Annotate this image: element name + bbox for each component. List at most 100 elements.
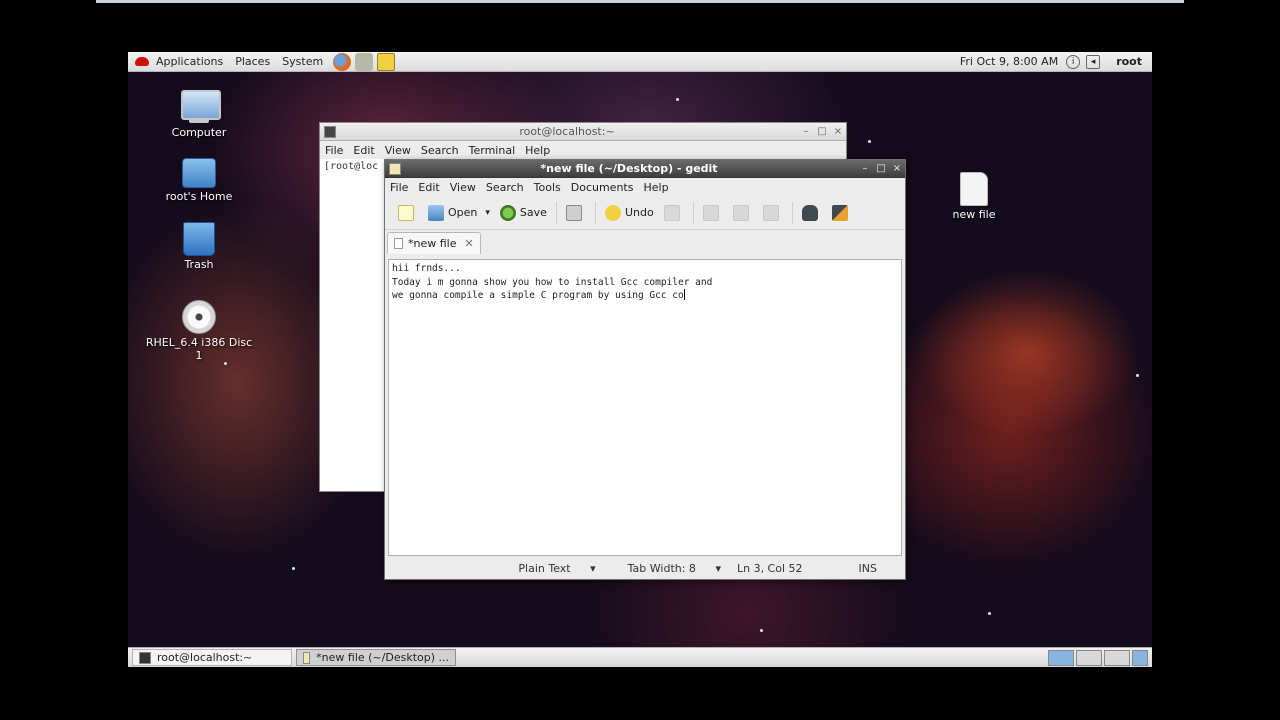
terminal-app-icon bbox=[324, 125, 336, 138]
config-icon[interactable] bbox=[355, 52, 374, 71]
desktop-icon-computer[interactable]: Computer bbox=[144, 90, 254, 139]
find-button[interactable] bbox=[797, 200, 827, 226]
chevron-down-icon: ▾ bbox=[590, 561, 596, 575]
gedit-menu-edit[interactable]: Edit bbox=[413, 181, 444, 194]
desktop-icon-label: new file bbox=[952, 208, 996, 221]
notes-icon[interactable] bbox=[377, 52, 396, 71]
desktop-icon-label: root's Home bbox=[165, 190, 233, 203]
gedit-title: *new file (~/Desktop) - gedit bbox=[540, 162, 718, 175]
paste-icon bbox=[762, 204, 779, 221]
redo-button[interactable] bbox=[659, 200, 689, 226]
terminal-menu-edit[interactable]: Edit bbox=[348, 144, 379, 157]
terminal-menu-file[interactable]: File bbox=[320, 144, 348, 157]
gedit-app-icon bbox=[389, 162, 401, 175]
editor-line: hii frnds... bbox=[392, 263, 461, 274]
clock[interactable]: Fri Oct 9, 8:00 AM bbox=[952, 55, 1066, 68]
maximize-icon[interactable]: □ bbox=[873, 163, 889, 174]
top-panel: Applications Places System Fri Oct 9, 8:… bbox=[128, 52, 1152, 72]
desktop-icon-new-file[interactable]: new file bbox=[919, 172, 1029, 221]
desktop-icon-trash[interactable]: Trash bbox=[144, 222, 254, 271]
star bbox=[760, 629, 763, 632]
redo-icon bbox=[663, 204, 680, 221]
redhat-logo-icon[interactable] bbox=[134, 55, 150, 69]
menu-system[interactable]: System bbox=[276, 52, 329, 72]
taskbar-item-gedit[interactable]: *new file (~/Desktop) ... bbox=[296, 649, 456, 666]
undo-button[interactable]: Undo bbox=[600, 200, 659, 226]
taskbar-item-label: root@localhost:~ bbox=[157, 651, 253, 664]
terminal-menu-terminal[interactable]: Terminal bbox=[464, 144, 521, 157]
gedit-icon bbox=[303, 651, 311, 664]
taskbar-item-terminal[interactable]: root@localhost:~ bbox=[132, 649, 292, 666]
terminal-menu-search[interactable]: Search bbox=[416, 144, 464, 157]
undo-label: Undo bbox=[624, 206, 654, 219]
workspace-switcher bbox=[1046, 649, 1148, 666]
open-label: Open bbox=[448, 206, 478, 219]
gedit-statusbar: Plain Text ▾ Tab Width: 8 ▾ Ln 3, Col 52… bbox=[385, 557, 905, 579]
cut-icon bbox=[702, 204, 719, 221]
terminal-menu-view[interactable]: View bbox=[380, 144, 416, 157]
gedit-menu-file[interactable]: File bbox=[385, 181, 413, 194]
new-document-icon bbox=[398, 204, 414, 221]
gedit-menu-documents[interactable]: Documents bbox=[566, 181, 639, 194]
workspace-4[interactable] bbox=[1132, 649, 1148, 666]
tab-new-file[interactable]: *new file ✕ bbox=[387, 232, 481, 254]
open-button[interactable]: Open ▾ bbox=[423, 200, 495, 226]
desktop-icon-label: Trash bbox=[184, 258, 214, 271]
terminal-menu-help[interactable]: Help bbox=[520, 144, 555, 157]
bottom-panel: root@localhost:~ *new file (~/Desktop) .… bbox=[128, 647, 1152, 667]
close-icon[interactable]: × bbox=[830, 126, 846, 137]
firefox-icon[interactable] bbox=[333, 52, 352, 71]
language-label: Plain Text bbox=[518, 561, 571, 575]
gedit-window[interactable]: *new file (~/Desktop) - gedit – □ × File… bbox=[384, 159, 906, 580]
text-editor-area[interactable]: hii frnds... Today i m gonna show you how… bbox=[388, 259, 902, 556]
desktop-icon-home[interactable]: root's Home bbox=[144, 158, 254, 203]
home-folder-icon bbox=[182, 158, 216, 188]
language-selector[interactable]: Plain Text ▾ bbox=[502, 562, 595, 575]
minimize-icon[interactable]: – bbox=[798, 126, 814, 137]
editor-line-text: we gonna compile a simple C program by u… bbox=[392, 290, 684, 301]
cut-button[interactable] bbox=[698, 200, 728, 226]
desktop-icon-disc[interactable]: RHEL_6.4 i386 Disc 1 bbox=[144, 300, 254, 362]
gedit-titlebar[interactable]: *new file (~/Desktop) - gedit – □ × bbox=[385, 160, 905, 178]
user-name[interactable]: root bbox=[1106, 55, 1152, 68]
taskbar-item-label: *new file (~/Desktop) ... bbox=[316, 651, 449, 664]
menu-places[interactable]: Places bbox=[229, 52, 276, 72]
trash-icon bbox=[183, 222, 215, 256]
new-button[interactable] bbox=[393, 200, 423, 226]
chevron-down-icon: ▾ bbox=[715, 561, 721, 575]
gedit-menu-tools[interactable]: Tools bbox=[529, 181, 566, 194]
star bbox=[988, 612, 991, 615]
workspace-1[interactable] bbox=[1048, 649, 1074, 666]
gedit-toolbar: Open ▾ Save Undo bbox=[385, 196, 905, 230]
star bbox=[224, 362, 227, 365]
paste-button[interactable] bbox=[758, 200, 788, 226]
print-button[interactable] bbox=[561, 200, 591, 226]
volume-icon[interactable]: ◂ bbox=[1086, 54, 1101, 69]
top-strip bbox=[96, 0, 1184, 3]
copy-button[interactable] bbox=[728, 200, 758, 226]
maximize-icon[interactable]: □ bbox=[814, 126, 830, 137]
info-icon[interactable]: i bbox=[1066, 54, 1081, 69]
toolbar-separator bbox=[555, 201, 557, 224]
close-tab-icon[interactable]: ✕ bbox=[465, 237, 474, 250]
replace-button[interactable] bbox=[827, 200, 857, 226]
minimize-icon[interactable]: – bbox=[857, 163, 873, 174]
workspace-3[interactable] bbox=[1104, 649, 1130, 666]
chevron-down-icon[interactable]: ▾ bbox=[485, 208, 490, 218]
save-button[interactable]: Save bbox=[495, 200, 552, 226]
workspace-2[interactable] bbox=[1076, 649, 1102, 666]
terminal-titlebar[interactable]: root@localhost:~ – □ × bbox=[320, 123, 846, 141]
open-folder-icon bbox=[428, 204, 444, 221]
toolbar-separator bbox=[692, 201, 694, 224]
close-icon[interactable]: × bbox=[889, 163, 905, 174]
print-icon bbox=[565, 204, 582, 221]
gedit-menu-view[interactable]: View bbox=[445, 181, 481, 194]
menu-applications[interactable]: Applications bbox=[150, 52, 229, 72]
gedit-menu-help[interactable]: Help bbox=[638, 181, 673, 194]
gedit-menu-search[interactable]: Search bbox=[481, 181, 529, 194]
tab-width-selector[interactable]: Tab Width: 8 ▾ bbox=[612, 562, 721, 575]
save-label: Save bbox=[519, 206, 547, 219]
file-icon bbox=[960, 172, 988, 206]
disc-icon bbox=[182, 300, 216, 334]
computer-icon bbox=[181, 90, 221, 124]
